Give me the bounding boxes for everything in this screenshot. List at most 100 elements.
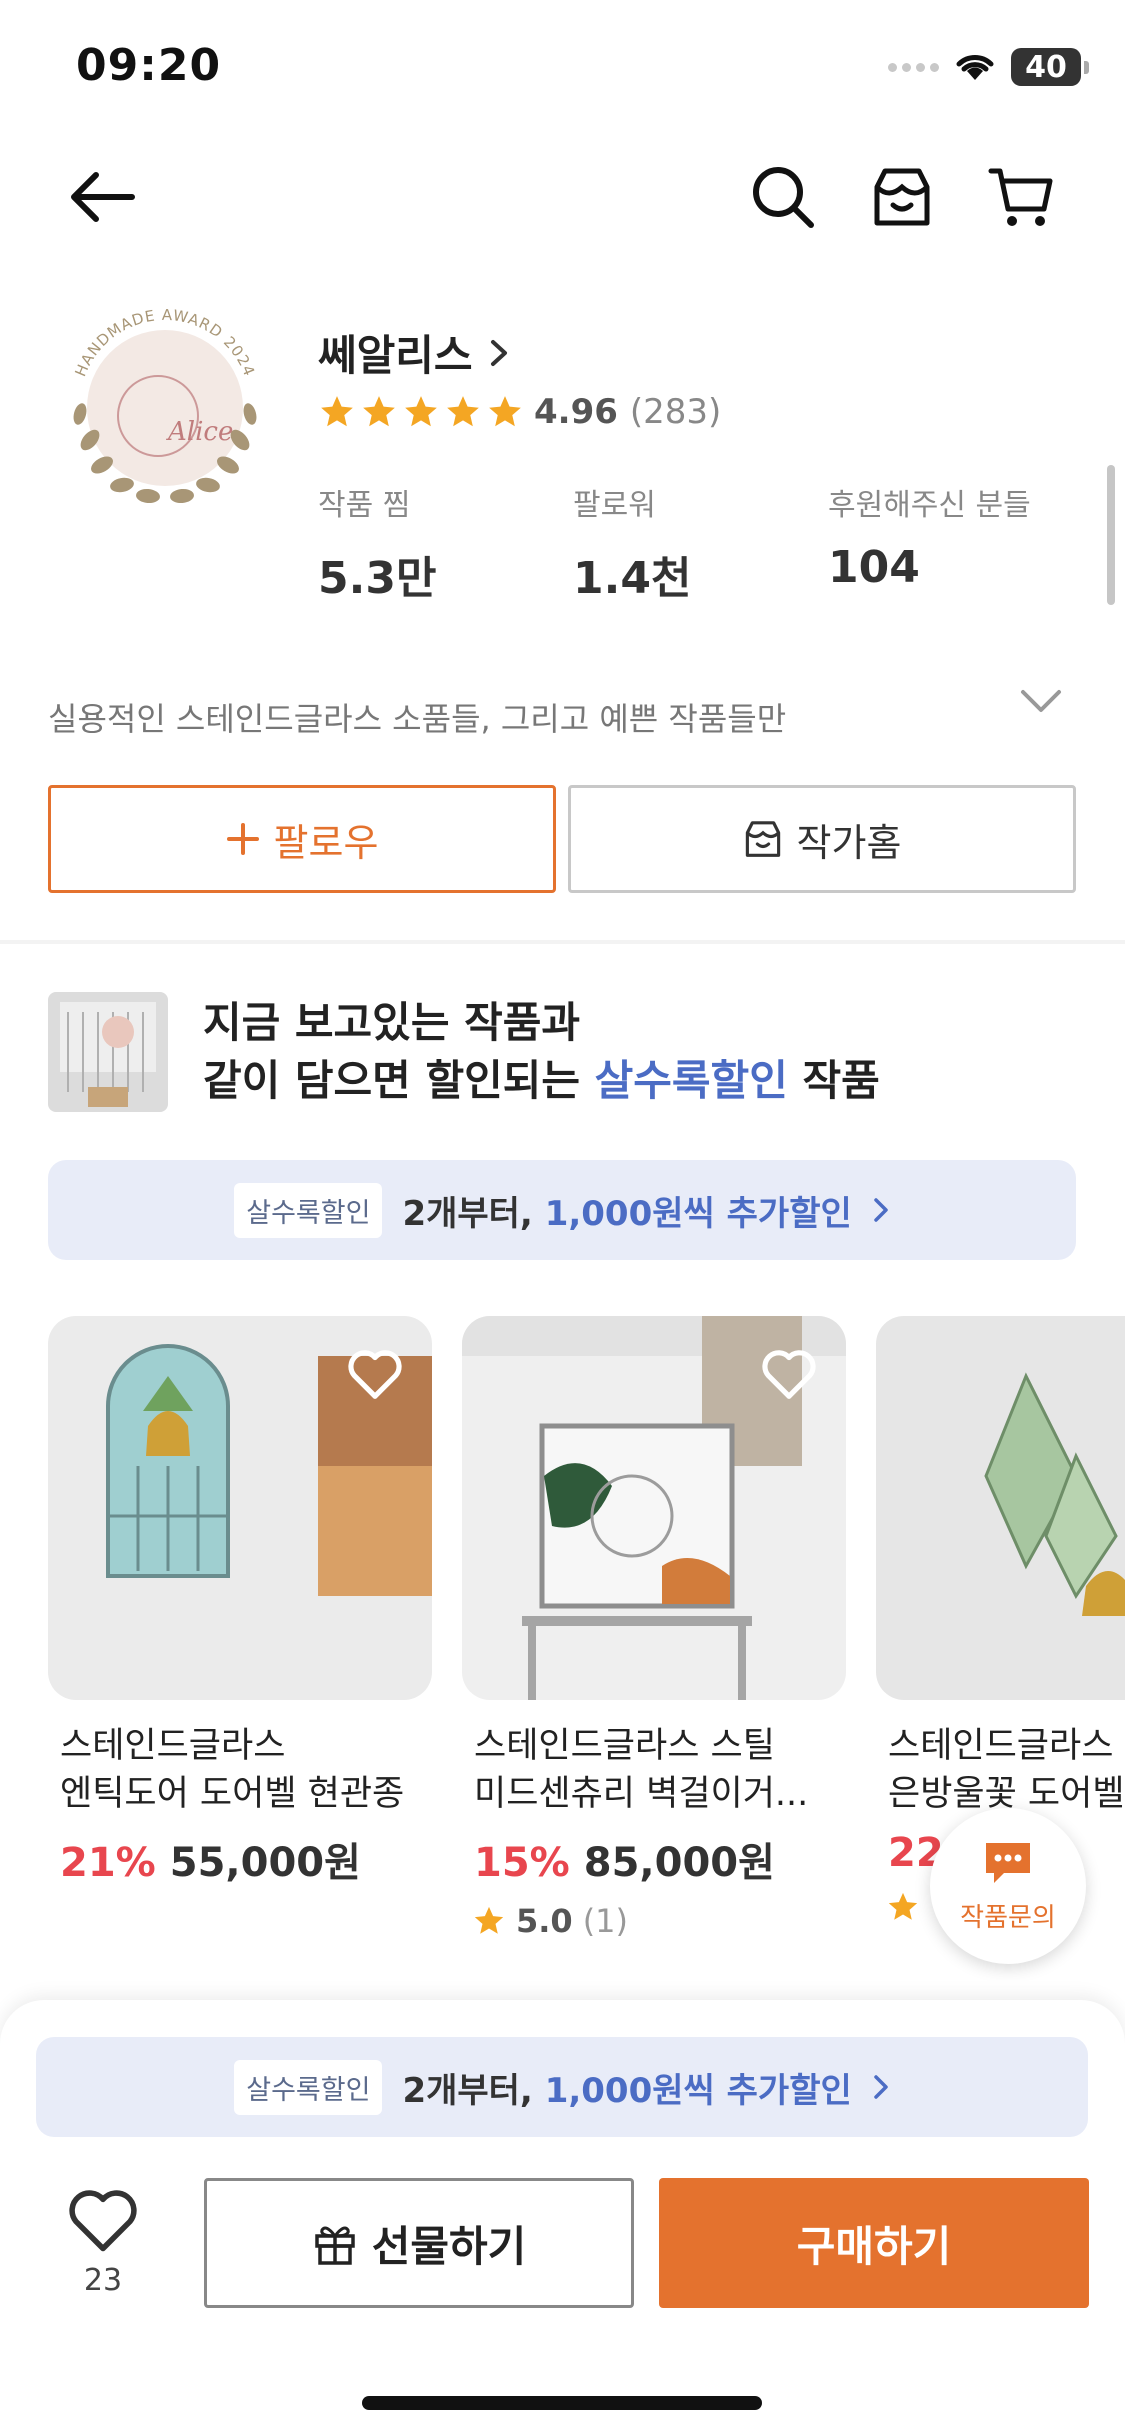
artist-home-button[interactable]: 작가홈 — [568, 785, 1076, 893]
bundle-heading-line2: 같이 담으면 할인되는 살수록할인 작품 — [203, 1052, 880, 1110]
cart-icon — [988, 168, 1053, 226]
inquiry-label: 작품문의 — [960, 1902, 1056, 1933]
price: 55,000원 — [169, 1840, 361, 1886]
expand-intro-button[interactable] — [1019, 686, 1063, 720]
stat-value: 5.3만 — [318, 553, 437, 604]
bundle-heading: 지금 보고있는 작품과 같이 담으면 할인되는 살수록할인 작품 — [203, 994, 880, 1110]
artist-home-label: 작가홈 — [796, 820, 902, 865]
bundle-thumbnail — [48, 992, 168, 1112]
product-image[interactable] — [462, 1316, 846, 1700]
chevron-right-icon — [874, 2075, 888, 2099]
search-icon — [753, 167, 814, 228]
like-button[interactable]: 23 — [58, 2185, 148, 2298]
discount-rate: 15% — [474, 1840, 570, 1886]
product-image[interactable] — [876, 1316, 1125, 1700]
product-card[interactable]: 스테인드글라스 엔틱도어 도어벨 현관종 21% 55,000원 — [48, 1316, 432, 1888]
gift-label: 선물하기 — [371, 2221, 527, 2271]
product-title-line: 스테인드글라스 — [60, 1726, 286, 1766]
seller-logo[interactable]: HANDMADE AWARD 2024 Alice — [50, 290, 280, 520]
gift-icon — [314, 2226, 355, 2265]
gift-button[interactable]: 선물하기 — [204, 2178, 634, 2308]
stat-supporters: 후원해주신 분들 104 — [828, 480, 1031, 593]
seller-rating: 4.96 (283) — [318, 392, 721, 432]
rating-count: (283) — [629, 392, 722, 432]
star-icon — [489, 396, 521, 427]
seller-name: 쎄알리스 — [318, 331, 473, 380]
stat-label: 후원해주신 분들 — [828, 488, 1031, 523]
product-card[interactable]: 스테인드글라스 스틸 미드센츄리 벽걸이거... 15% 85,000원 5.0… — [462, 1316, 846, 1940]
product-rating-value: 5.0 — [516, 1902, 573, 1940]
status-icons: 40 — [888, 44, 1089, 90]
stat-value: 1.4천 — [573, 553, 692, 604]
svg-text:Alice: Alice — [166, 417, 233, 447]
heading-text: 작품 — [787, 1056, 880, 1105]
cart-button[interactable] — [976, 152, 1066, 242]
stat-value: 104 — [828, 542, 920, 593]
promo-text-highlight: 1,000원씩 추가할인 — [544, 1193, 852, 1234]
price-row: 21% 55,000원 — [48, 1830, 432, 1888]
stat-label: 작품 찜 — [318, 488, 411, 523]
inquiry-button[interactable]: 작품문의 — [930, 1808, 1086, 1964]
star-icon — [447, 396, 479, 427]
heart-icon[interactable] — [344, 1342, 406, 1404]
promo-tag: 살수록할인 — [234, 2059, 383, 2115]
product-title: 스테인드글라스 스틸 미드센츄리 벽걸이거... — [462, 1722, 846, 1818]
product-title: 스테인드글라스 은방울꽃 도어벨 — [876, 1722, 1125, 1818]
home-indicator — [362, 2396, 762, 2410]
chevron-right-icon — [490, 339, 507, 366]
heart-icon[interactable] — [758, 1342, 820, 1404]
search-button[interactable] — [738, 152, 828, 242]
heading-text: 같이 담으면 할인되는 — [203, 1056, 595, 1105]
heart-icon — [69, 2190, 137, 2252]
rating-value: 4.96 — [534, 392, 618, 432]
discount-rate: 21% — [60, 1840, 156, 1886]
section-divider — [0, 940, 1125, 944]
bundle-promo-banner[interactable]: 살수록할인 2개부터, 1,000원씩 추가할인 — [48, 1160, 1076, 1260]
price-row: 15% 85,000원 — [462, 1830, 846, 1888]
bundle-promo-banner-bottom[interactable]: 살수록할인 2개부터, 1,000원씩 추가할인 — [36, 2037, 1088, 2137]
promo-text-highlight: 1,000원씩 추가할인 — [544, 2070, 852, 2111]
award-badge-logo: HANDMADE AWARD 2024 Alice — [71, 306, 258, 504]
promo-text: 2개부터, 1,000원씩 추가할인 — [402, 2063, 851, 2112]
star-icon — [474, 1906, 504, 1934]
follow-button[interactable]: 팔로우 — [48, 785, 556, 893]
wifi-icon — [956, 55, 994, 80]
scrollbar[interactable] — [1107, 465, 1115, 605]
star-icon — [321, 396, 353, 427]
star-icon — [363, 396, 395, 427]
stat-label: 팔로워 — [573, 488, 656, 523]
buy-button[interactable]: 구매하기 — [659, 2178, 1089, 2308]
status-time: 09:20 — [76, 40, 222, 91]
star-icon — [405, 396, 437, 427]
store-icon — [874, 168, 930, 226]
chevron-down-icon — [1021, 690, 1061, 712]
cellular-signal-icon — [888, 62, 939, 72]
promo-text: 2개부터, 1,000원씩 추가할인 — [402, 1186, 851, 1235]
price: 85,000원 — [583, 1840, 775, 1886]
back-button[interactable] — [56, 152, 146, 242]
arrow-left-icon — [71, 172, 135, 222]
buy-label: 구매하기 — [796, 2221, 952, 2271]
seller-name-link[interactable]: 쎄알리스 — [318, 322, 511, 383]
heading-highlight: 살수록할인 — [594, 1056, 788, 1105]
follow-label: 팔로우 — [273, 820, 379, 865]
store-icon — [745, 821, 780, 857]
chat-bubble-icon — [986, 1842, 1030, 1883]
promo-tag: 살수록할인 — [234, 1182, 383, 1238]
battery-icon: 40 — [1011, 48, 1089, 86]
product-title-line: 스테인드글라스 — [888, 1726, 1114, 1766]
bundle-heading-line1: 지금 보고있는 작품과 — [203, 998, 581, 1047]
product-title-line: 미드센츄리 벽걸이거... — [474, 1774, 809, 1814]
promo-text-prefix: 2개부터, — [402, 2070, 545, 2111]
product-title-line: 엔틱도어 도어벨 현관종 — [60, 1774, 405, 1814]
like-count: 23 — [83, 2263, 123, 2298]
chevron-right-icon — [874, 1198, 888, 1222]
star-icon — [888, 1892, 918, 1920]
store-button[interactable] — [857, 152, 947, 242]
stat-followers: 팔로워 1.4천 — [573, 480, 691, 606]
promo-text-prefix: 2개부터, — [402, 1193, 545, 1234]
stat-likes: 작품 찜 5.3만 — [318, 480, 436, 606]
seller-intro: 실용적인 스테인드글라스 소품들, 그리고 예쁜 작품들만 — [48, 700, 787, 738]
product-rating: 5.0 (1) — [462, 1902, 846, 1940]
product-image[interactable] — [48, 1316, 432, 1700]
